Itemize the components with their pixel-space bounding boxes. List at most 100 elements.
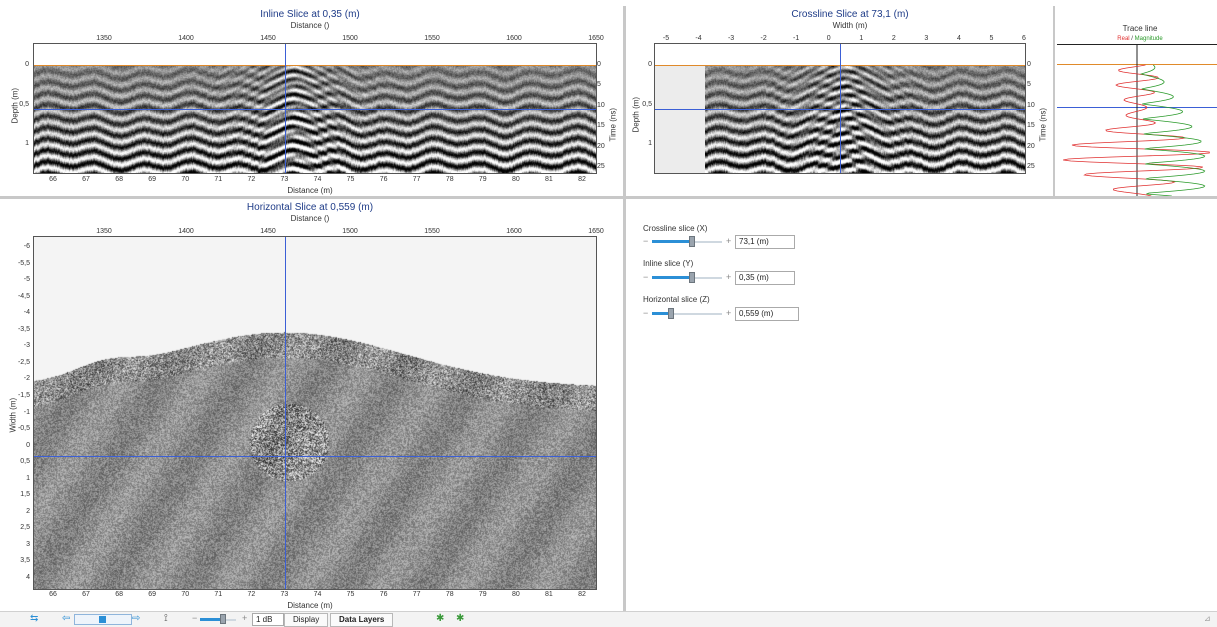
trace-legend-real: Real [1117,36,1130,42]
crossline-right-tick: 0 [1027,61,1031,68]
crossline-right-tick: 15 [1027,122,1035,130]
inline-left-tick: 0 [25,61,29,68]
crossline-value-field[interactable]: 73,1 (m) [735,235,795,249]
horizontal-bottom-tick: 68 [115,591,124,598]
crossline-right-axis-label: Time (ns) [1038,108,1048,142]
crossline-top-tick: -5 [662,35,670,42]
crossline-right-tick: 10 [1027,101,1035,109]
horizontal-left-tick: 0,5 [20,458,30,466]
inline-slice-radargram[interactable] [33,43,597,174]
inline-top-tick: 1550 [424,35,440,42]
crossline-slice-radargram[interactable] [654,43,1026,174]
panel-splitter-trace[interactable] [1053,6,1055,196]
crossline-right-tick: 5 [1027,81,1031,89]
trace-legend-magnitude: Magnitude [1134,36,1163,42]
trace-real-curve [1063,64,1210,196]
crossline-top-tick: -2 [760,35,767,42]
inline-right-tick: 5 [597,81,601,89]
crossline-crosshair-horizontal[interactable] [655,109,1025,110]
trace-magnitude-curve [1139,64,1206,196]
crossline-slice-label: Crossline slice (X) [643,224,708,233]
crossline-top-tick: -4 [695,35,702,42]
horizontal-left-tick: -1,5 [17,391,30,399]
gain-slider-fill [200,618,222,621]
horizontal-bottom-tick: 74 [313,591,322,598]
horizontal-bottom-tick: 67 [82,591,90,598]
inline-right-tick: 20 [597,142,605,150]
inline-slider-thumb[interactable] [688,272,695,283]
arrow-left-icon[interactable]: ⇦ [62,613,70,625]
inline-slice-title: Inline Slice at 0,35 (m) [260,9,360,20]
crossline-slider-thumb[interactable] [688,236,695,247]
inline-bottom-tick: 70 [181,176,190,183]
panel-splitter-vertical[interactable] [623,6,626,611]
crossline-left-tick: 1 [648,140,652,147]
inline-left-tick: 1 [25,140,29,147]
horizontal-left-tick: 1,5 [20,491,30,499]
data-layers-tab[interactable]: Data Layers [330,613,394,627]
horizontal-left-tick: 1 [26,474,30,482]
inline-bottom-tick: 74 [313,176,322,183]
inline-bottom-tick: 69 [148,176,157,183]
swap-arrows-icon[interactable]: ⇆ [30,613,38,625]
trace-line-plot[interactable] [1057,44,1217,196]
signal-tool-icon[interactable]: ⟟ [164,613,168,625]
crossline-minus-button[interactable]: − [643,236,648,246]
horizontal-left-tick: -6 [23,243,30,250]
horizontal-bottom-tick: 66 [49,591,57,598]
horizontal-slice-map[interactable] [33,236,597,590]
trace-position-scroll-thumb[interactable] [99,616,106,623]
inline-right-tick: 15 [597,122,605,130]
inline-value-field[interactable]: 0,35 (m) [735,271,795,285]
horizontal-bottom-tick: 78 [445,591,454,598]
inline-left-tick: 0,5 [19,100,29,108]
horizontal-top-tick: 1600 [506,228,522,235]
display-tab[interactable]: Display [284,613,329,627]
inline-minus-button[interactable]: − [643,272,648,282]
crossline-top-tick: -1 [793,35,800,42]
bug-add-icon[interactable]: ✱ [436,613,444,625]
bug-remove-icon[interactable]: ✱ [456,613,464,625]
horizontal-plus-button[interactable]: + [726,308,731,318]
crossline-top-tick: 3 [924,35,929,42]
horizontal-bottom-tick: 82 [578,591,586,598]
inline-bottom-tick: 80 [511,176,520,183]
horizontal-top-tick: 1450 [260,228,276,235]
panel-splitter-horizontal[interactable] [0,196,1217,199]
horizontal-bottom-axis-label: Distance (m) [287,601,333,610]
resize-grip-icon[interactable]: ⊿ [1204,613,1211,625]
horizontal-left-tick: 3 [26,540,30,548]
inline-bottom-tick: 81 [545,176,553,183]
inline-slider-fill [652,276,691,279]
crossline-plus-button[interactable]: + [726,236,731,246]
horizontal-left-tick: -5 [23,276,30,284]
trace-line-legend: Real / Magnitude [1090,36,1190,42]
horizontal-left-tick: 0 [26,441,30,449]
inline-plus-button[interactable]: + [726,272,731,282]
gain-slider-thumb[interactable] [219,614,226,624]
horizontal-left-tick: -3 [23,342,30,350]
gain-value-field[interactable]: 1 dB [252,613,284,626]
inline-left-axis-label: Depth (m) [10,87,20,124]
inline-top-tick: 1400 [178,35,194,42]
inline-top-axis-label: Distance () [290,21,330,30]
arrow-right-icon[interactable]: ⇨ [132,613,140,625]
horizontal-crosshair-vertical[interactable] [285,237,286,589]
horizontal-minus-button[interactable]: − [643,308,648,318]
gain-minus-button[interactable]: − [192,613,197,623]
gain-plus-button[interactable]: + [242,613,247,623]
trace-position-scrollbar[interactable] [74,614,132,625]
horizontal-value-field[interactable]: 0,559 (m) [735,307,799,321]
horizontal-slider-thumb[interactable] [667,308,674,319]
horizontal-slice-label: Horizontal slice (Z) [643,295,710,304]
horizontal-left-tick: -2,5 [17,358,30,366]
crossline-slider-fill [652,240,691,243]
inline-bottom-tick: 78 [445,176,454,183]
horizontal-crosshair-horizontal[interactable] [34,456,596,457]
crossline-top-tick: 5 [989,35,994,42]
crossline-top-tick: 2 [891,35,896,42]
inline-bottom-tick: 82 [578,176,586,183]
horizontal-left-tick: -4 [23,309,30,317]
horizontal-top-tick: 1350 [96,228,112,235]
inline-crosshair-horizontal[interactable] [34,109,596,110]
